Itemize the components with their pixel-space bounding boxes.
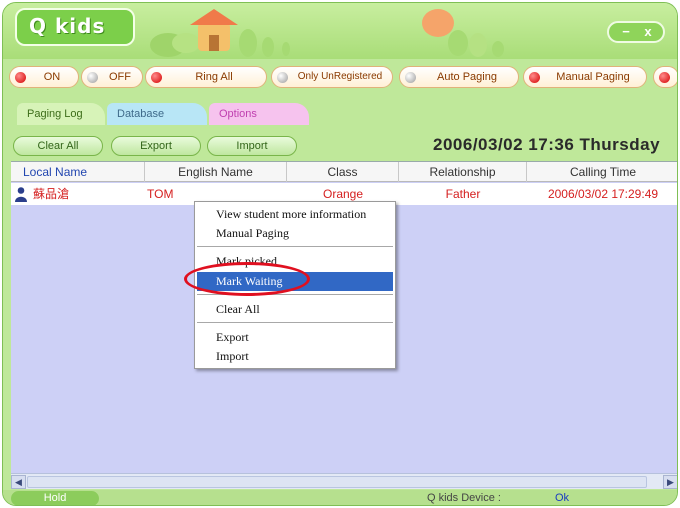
title-bar: Q kids − x (3, 3, 677, 59)
minimize-button[interactable]: − (615, 25, 637, 40)
menu-item-export[interactable]: Export (197, 328, 393, 347)
paging-controls: ON OFF Ring All Only UnRegistered Auto P… (9, 66, 677, 90)
highlight-callout-ring (184, 262, 310, 296)
scroll-left-icon[interactable]: ◀ (11, 475, 26, 489)
hold-button[interactable]: Hold (11, 491, 99, 505)
device-status-label: Q kids Device : (427, 492, 501, 504)
menu-item-clear-all[interactable]: Clear All (197, 300, 393, 319)
scroll-right-icon[interactable]: ▶ (663, 475, 677, 489)
decorative-scenery (150, 9, 504, 57)
tab-database[interactable]: Database (107, 103, 207, 125)
device-status-value: Ok (555, 492, 570, 504)
extra-control-button[interactable] (653, 66, 677, 88)
menu-separator (197, 246, 393, 247)
current-datetime: 2006/03/02 17:36 Thursday (433, 135, 661, 154)
app-title: Q kids (15, 8, 135, 46)
horizontal-scrollbar[interactable]: ◀ ▶ (11, 473, 677, 489)
off-button[interactable]: OFF (81, 66, 143, 88)
import-button[interactable]: Import (207, 136, 297, 156)
only-unregistered-button[interactable]: Only UnRegistered (271, 66, 393, 88)
column-header-english-name[interactable]: English Name (145, 162, 287, 182)
export-button[interactable]: Export (111, 136, 201, 156)
red-indicator-icon (659, 72, 670, 83)
column-header-relationship[interactable]: Relationship (399, 162, 527, 182)
grey-indicator-icon (405, 72, 416, 83)
grey-indicator-icon (87, 72, 98, 83)
table-header: Local Name English Name Class Relationsh… (11, 162, 677, 182)
clear-all-button[interactable]: Clear All (13, 136, 103, 156)
grey-indicator-icon (277, 72, 288, 83)
menu-separator (197, 322, 393, 323)
red-indicator-icon (529, 72, 540, 83)
person-icon (15, 187, 27, 202)
menu-item-import[interactable]: Import (197, 347, 393, 366)
status-bar: Hold Q kids Device : Ok (3, 490, 677, 505)
column-header-calling-time[interactable]: Calling Time (527, 162, 677, 182)
menu-item-manual-paging[interactable]: Manual Paging (197, 224, 393, 243)
window-controls: − x (607, 21, 665, 43)
tab-options[interactable]: Options (209, 103, 309, 125)
cell-calling-time: 2006/03/02 17:29:49 (547, 187, 659, 201)
cell-relationship: Father (445, 187, 481, 201)
ring-all-button[interactable]: Ring All (145, 66, 267, 88)
red-indicator-icon (15, 72, 26, 83)
scrollbar-thumb[interactable] (27, 476, 647, 488)
menu-item-view-student-info[interactable]: View student more information (197, 205, 393, 224)
column-header-class[interactable]: Class (287, 162, 399, 182)
close-button[interactable]: x (637, 25, 659, 40)
auto-paging-button[interactable]: Auto Paging (399, 66, 519, 88)
on-button[interactable]: ON (9, 66, 79, 88)
manual-paging-button[interactable]: Manual Paging (523, 66, 647, 88)
tab-paging-log[interactable]: Paging Log (17, 103, 105, 125)
cell-local-name: 蘇品滄 (33, 187, 70, 201)
red-indicator-icon (151, 72, 162, 83)
column-header-local-name[interactable]: Local Name (11, 162, 145, 182)
